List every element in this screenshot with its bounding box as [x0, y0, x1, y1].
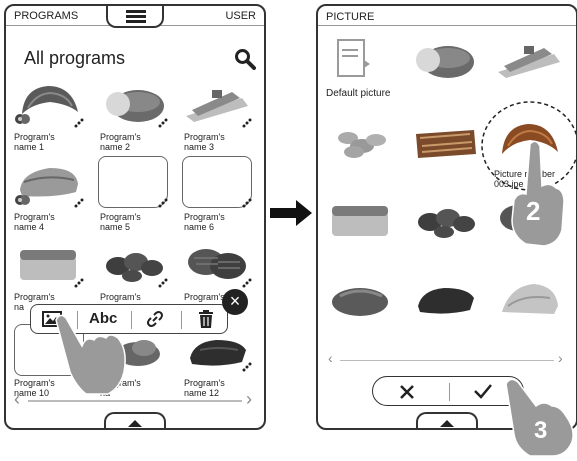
cooking-mode-icon [15, 195, 30, 205]
more-options-icon[interactable] [158, 278, 168, 288]
horizontal-scrollbar[interactable] [340, 360, 554, 361]
picture-thumbnail[interactable] [410, 116, 480, 168]
bottom-tab[interactable] [416, 412, 478, 428]
program-name-8: Program's [100, 292, 141, 302]
picture-thumbnail[interactable] [326, 272, 396, 324]
close-toolbar-icon[interactable]: × [222, 289, 248, 315]
scroll-left-icon[interactable]: ‹ [328, 350, 333, 366]
step-3-hand-icon: 3 [505, 378, 574, 457]
more-options-icon[interactable] [158, 198, 168, 208]
horizontal-scrollbar[interactable] [28, 400, 242, 402]
program-name-12: Program's name 12 [184, 378, 225, 398]
page-title: PICTURE [326, 11, 375, 23]
more-options-icon[interactable] [242, 198, 252, 208]
scroll-right-icon[interactable]: › [558, 350, 563, 366]
picture-thumbnail[interactable] [410, 272, 480, 324]
scroll-right-icon[interactable]: › [246, 389, 252, 410]
picture-thumbnail[interactable] [494, 32, 564, 84]
link-icon[interactable] [145, 309, 165, 329]
more-options-icon[interactable] [74, 278, 84, 288]
default-picture-label: Default picture [326, 88, 391, 99]
program-name-4: Program's name 4 [14, 212, 55, 232]
program-name-2: Program's name 2 [100, 132, 141, 152]
step-2-hand-icon: 2 [511, 140, 565, 247]
bottom-tab[interactable] [104, 412, 166, 428]
picture-thumbnail[interactable] [408, 32, 478, 84]
page-title: All programs [24, 48, 126, 68]
action-divider [449, 383, 450, 401]
toolbar-divider [181, 311, 182, 329]
expand-up-icon[interactable] [128, 420, 142, 427]
more-options-icon[interactable] [74, 118, 84, 128]
more-options-icon[interactable] [242, 278, 252, 288]
picture-thumbnail[interactable] [326, 192, 396, 244]
program-name-3: Program's name 3 [184, 132, 225, 152]
picture-thumbnail[interactable] [326, 116, 396, 168]
picture-thumbnail[interactable] [410, 192, 480, 244]
user-tab[interactable]: USER [225, 10, 256, 22]
search-icon[interactable] [234, 48, 256, 70]
trash-icon[interactable] [197, 309, 215, 329]
programs-tab[interactable]: PROGRAMS [14, 10, 78, 22]
hamburger-menu-icon[interactable] [126, 10, 146, 23]
more-options-icon[interactable] [242, 362, 252, 372]
tapping-hand-icon [55, 314, 126, 395]
program-name-6: Program's name 6 [184, 212, 225, 232]
more-options-icon[interactable] [158, 118, 168, 128]
menu-tab[interactable] [106, 6, 164, 28]
scroll-left-icon[interactable]: ‹ [14, 389, 20, 410]
default-picture-thumbnail[interactable] [324, 32, 384, 84]
more-options-icon[interactable] [74, 198, 84, 208]
cooking-mode-icon [15, 114, 30, 124]
program-name-1: Program's name 1 [14, 132, 55, 152]
expand-up-icon[interactable] [440, 420, 454, 427]
more-options-icon[interactable] [242, 118, 252, 128]
program-name-5: Program's name 5 [100, 212, 141, 232]
picture-thumbnail[interactable] [494, 272, 564, 324]
cancel-icon[interactable] [399, 384, 415, 400]
step-2-label: 2 [526, 196, 540, 226]
step-3-label: 3 [534, 417, 547, 444]
confirm-check-icon[interactable] [473, 382, 493, 400]
arrow-right-icon [270, 200, 312, 226]
